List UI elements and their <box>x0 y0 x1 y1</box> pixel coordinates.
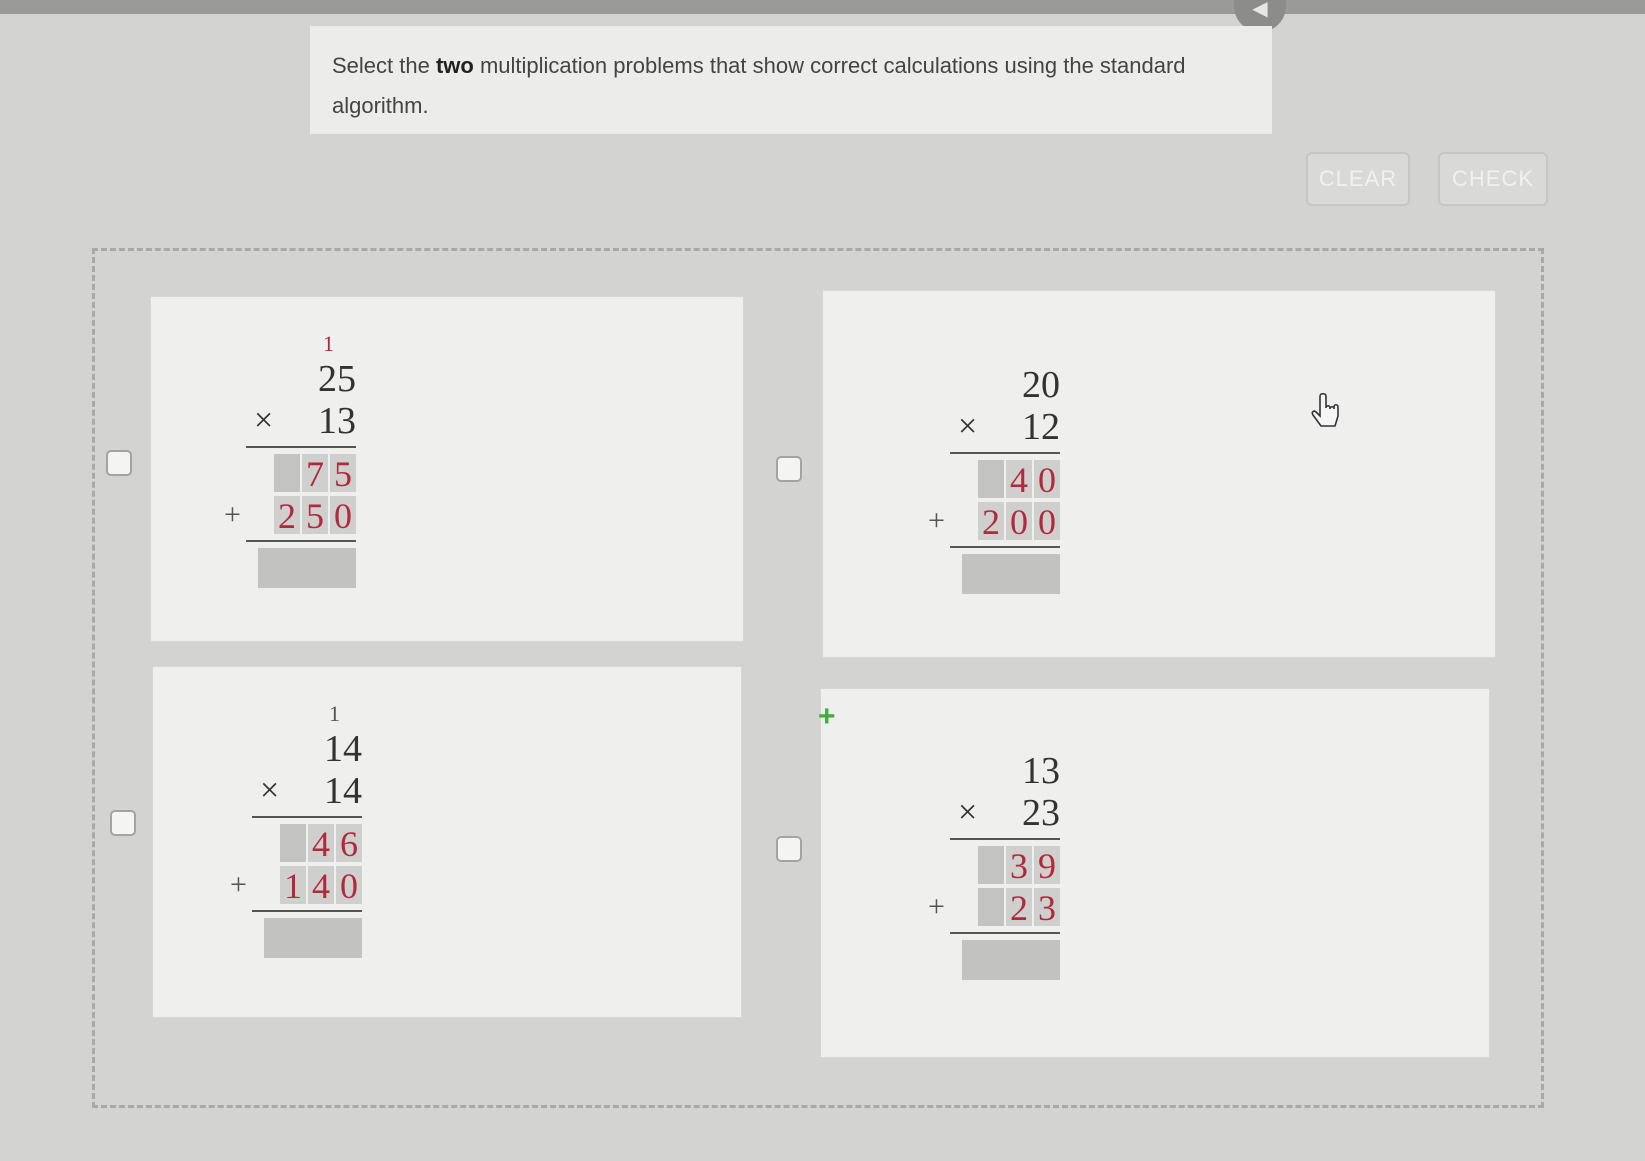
multiplier-row: × 23 <box>950 792 1060 834</box>
problem-card-4[interactable] <box>820 688 1490 1058</box>
problem-card-1[interactable] <box>150 296 744 642</box>
partial-product-2: + 2 0 0 <box>928 500 1060 542</box>
multiplier-row: × 14 <box>252 770 362 812</box>
digit-cell: 2 <box>274 496 300 536</box>
answer-box <box>962 940 1060 980</box>
digit-cell: 2 <box>1006 888 1032 928</box>
digit-cell: 0 <box>1034 502 1060 542</box>
answer-box <box>258 548 356 588</box>
digit-cell: 9 <box>1034 846 1060 886</box>
problem-3: 1 14 × 14 4 6 + 1 4 0 <box>230 700 362 958</box>
prompt-bold-word: two <box>435 53 474 78</box>
sum-rule <box>950 932 1060 934</box>
question-prompt: Select the two multiplication problems t… <box>310 26 1272 134</box>
problem-4: 13 × 23 3 9 + 2 3 <box>928 722 1060 980</box>
digit-cell: 0 <box>336 866 362 906</box>
partial-product-2: + 1 4 0 <box>230 864 362 906</box>
carry-digit: 1 <box>329 701 340 726</box>
digit-cell <box>280 824 306 862</box>
carry-digit: 1 <box>323 331 334 356</box>
sum-rule <box>246 540 356 542</box>
partial-product-2: + 2 5 0 <box>224 494 356 536</box>
digit-cell: 0 <box>330 496 356 536</box>
times-symbol: × <box>254 402 274 439</box>
multiplier: 14 <box>324 770 362 812</box>
multiplier: 12 <box>1022 406 1060 448</box>
times-symbol: × <box>958 794 978 831</box>
digit-cell: 5 <box>330 454 356 494</box>
multiplicand: 13 <box>1022 750 1060 792</box>
digit-cell: 3 <box>1006 846 1032 886</box>
times-symbol: × <box>260 772 280 809</box>
digit-cell: 6 <box>336 824 362 864</box>
hand-cursor-icon <box>1311 392 1339 427</box>
digit-cell: 5 <box>302 496 328 536</box>
digit-cell <box>274 454 300 492</box>
plus-symbol: + <box>928 504 945 537</box>
problem-3-checkbox[interactable] <box>110 810 136 836</box>
answer-box <box>264 918 362 958</box>
digit-cell <box>978 888 1004 926</box>
partial-product-2: + 2 3 <box>928 886 1060 928</box>
digit-cell: 4 <box>1006 460 1032 500</box>
multiplicand: 14 <box>324 728 362 770</box>
multiplier-row: × 12 <box>950 406 1060 448</box>
partial-product-1: 4 6 <box>252 822 362 864</box>
product-rule <box>246 446 356 448</box>
digit-cell: 3 <box>1034 888 1060 928</box>
digit-cell: 7 <box>302 454 328 494</box>
product-rule <box>252 816 362 818</box>
carry-digit <box>950 336 1060 364</box>
multiplier-row: × 13 <box>246 400 356 442</box>
problem-2-checkbox[interactable] <box>776 456 802 482</box>
drag-plus-icon: + <box>818 700 836 733</box>
times-symbol: × <box>958 408 978 445</box>
problem-4-checkbox[interactable] <box>776 836 802 862</box>
problem-2: 20 × 12 4 0 + 2 0 0 <box>928 336 1060 594</box>
digit-cell: 1 <box>280 866 306 906</box>
problem-card-2[interactable] <box>822 290 1496 658</box>
answer-box <box>962 554 1060 594</box>
product-rule <box>950 838 1060 840</box>
prompt-text-before: Select the <box>332 53 436 78</box>
problem-card-3[interactable] <box>152 666 742 1018</box>
product-rule <box>950 452 1060 454</box>
problem-1-checkbox[interactable] <box>106 450 132 476</box>
multiplicand: 20 <box>1022 364 1060 406</box>
sum-rule <box>950 546 1060 548</box>
multiplier: 23 <box>1022 792 1060 834</box>
multiplier: 13 <box>318 400 356 442</box>
sum-rule <box>252 910 362 912</box>
check-button[interactable]: CHECK <box>1438 152 1548 206</box>
top-bar <box>0 0 1645 14</box>
plus-symbol: + <box>230 868 247 901</box>
digit-cell: 0 <box>1034 460 1060 500</box>
digit-cell: 0 <box>1006 502 1032 542</box>
digit-cell: 4 <box>308 866 334 906</box>
clear-button[interactable]: CLEAR <box>1306 152 1410 206</box>
partial-product-1: 4 0 <box>950 458 1060 500</box>
multiplicand: 25 <box>318 358 356 400</box>
digit-cell: 2 <box>978 502 1004 542</box>
problem-1: 1 25 × 13 7 5 + 2 5 0 <box>224 330 356 588</box>
digit-cell <box>978 460 1004 498</box>
carry-digit <box>950 722 1060 750</box>
plus-symbol: + <box>224 498 241 531</box>
digit-cell <box>978 846 1004 884</box>
partial-product-1: 7 5 <box>246 452 356 494</box>
plus-symbol: + <box>928 890 945 923</box>
digit-cell: 4 <box>308 824 334 864</box>
partial-product-1: 3 9 <box>950 844 1060 886</box>
